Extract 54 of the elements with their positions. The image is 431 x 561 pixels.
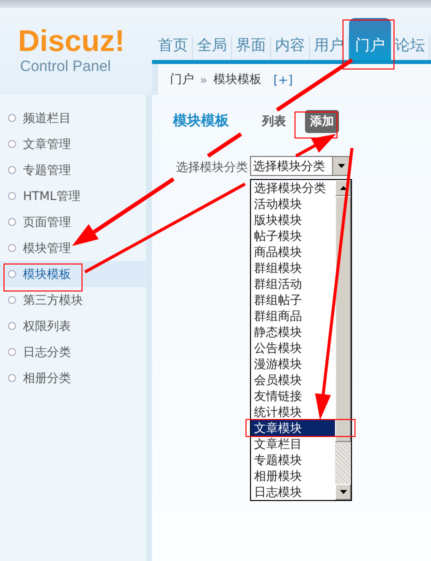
nav-tab[interactable]: 界面 [232, 36, 271, 60]
nav-tab[interactable]: 首页 [154, 36, 193, 60]
down-arrow-icon [338, 164, 344, 168]
dropdown-option[interactable]: 活动模块 [251, 196, 335, 212]
dropdown-option[interactable]: 公告模块 [251, 340, 335, 356]
dropdown-option[interactable]: 选择模块分类 [251, 180, 335, 196]
logo-subtitle: Control Panel [20, 58, 111, 76]
sidebar-item[interactable]: 日志分类 [0, 339, 146, 365]
dropdown-option[interactable]: 相册模块 [251, 468, 335, 484]
dropdown-option[interactable]: 群组活动 [251, 276, 335, 292]
nav-tab[interactable]: 门户 [349, 18, 391, 60]
sidebar-item[interactable]: 模块管理 [0, 235, 146, 261]
sidebar-item[interactable]: 相册分类 [0, 365, 146, 391]
breadcrumb-separator: » [200, 72, 208, 86]
add-link[interactable]: [+] [273, 72, 293, 86]
dropdown-option[interactable]: 商品模块 [251, 244, 335, 260]
dropdown-option[interactable]: 帖子模块 [251, 228, 335, 244]
dropdown-option[interactable]: 静态模块 [251, 324, 335, 340]
down-arrow-icon [340, 490, 346, 494]
dropdown-option[interactable]: 漫游模块 [251, 356, 335, 372]
sidebar-item[interactable]: 页面管理 [0, 209, 146, 235]
highlight-box [342, 20, 394, 70]
sidebar-item[interactable]: 文章管理 [0, 131, 146, 157]
nav-tab[interactable]: 全局 [193, 36, 232, 60]
sidebar-item[interactable]: 频道栏目 [0, 105, 146, 131]
dropdown-option[interactable]: 文章模块 [251, 420, 335, 436]
dropdown-option[interactable]: 群组模块 [251, 260, 335, 276]
sidebar-item[interactable]: 第三方模块 [0, 287, 146, 313]
up-arrow-icon [340, 186, 346, 190]
scrollbar[interactable] [335, 180, 351, 500]
logo-title: Discuz! [18, 26, 125, 58]
dropdown-option[interactable]: 友情链接 [251, 388, 335, 404]
sidebar-item[interactable]: 模块模板 [0, 261, 146, 287]
breadcrumb-item: 模块模板 [213, 71, 262, 88]
nav-tab[interactable]: 论坛 [391, 36, 430, 60]
page-tab[interactable]: 添加 [305, 110, 339, 132]
page-tab[interactable]: 列表 [257, 110, 291, 132]
dropdown-option[interactable]: 日志模块 [251, 484, 335, 500]
sidebar-item[interactable]: HTML管理 [0, 183, 146, 209]
dropdown-option[interactable]: 版块模块 [251, 212, 335, 228]
breadcrumb-item[interactable]: 门户 [170, 71, 194, 88]
dropdown-option[interactable]: 文章栏目 [251, 436, 335, 452]
category-select[interactable]: 选择模块分类 [250, 156, 350, 176]
dropdown-option[interactable]: 群组帖子 [251, 292, 335, 308]
highlight-box [294, 112, 338, 138]
dropdown-option[interactable]: 专题模块 [251, 452, 335, 468]
dropdown-option[interactable]: 统计模块 [251, 404, 335, 420]
sidebar-item[interactable]: 权限列表 [0, 313, 146, 339]
field-label: 选择模块分类 [176, 159, 248, 176]
page-title: 模块模板 [173, 112, 229, 130]
dropdown-option[interactable]: 群组商品 [251, 308, 335, 324]
sidebar-item[interactable]: 专题管理 [0, 157, 146, 183]
nav-tab[interactable]: 内容 [271, 36, 310, 60]
dropdown-option[interactable]: 会员模块 [251, 372, 335, 388]
